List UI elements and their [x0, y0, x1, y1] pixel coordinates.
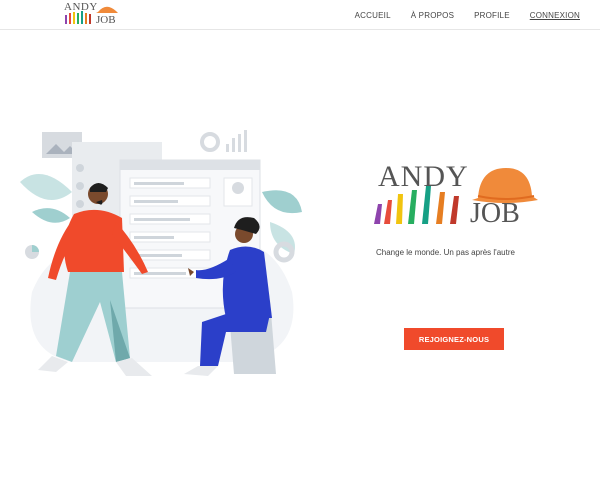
nav-link-connexion[interactable]: CONNEXION	[530, 11, 580, 20]
nav-link-profile[interactable]: PROFILE	[474, 11, 510, 20]
hero-logo-andy: ANDY	[378, 160, 469, 193]
hero-tagline: Change le monde. Un pas après l'autre	[376, 248, 515, 257]
nav-link-a-propos[interactable]: À PROPOS	[411, 11, 454, 20]
nav-logo-andy: ANDY	[64, 1, 98, 13]
hero-illustration	[20, 130, 302, 376]
join-us-button[interactable]: REJOIGNEZ-NOUS	[404, 328, 504, 350]
hero-logo: ANDY JOB	[368, 160, 548, 232]
hero-logo-job: JOB	[470, 198, 520, 229]
nav-logo[interactable]: ANDY JOB	[62, 1, 120, 27]
nav-link-accueil[interactable]: ACCUEIL	[355, 11, 391, 20]
navbar: ANDY JOB ACCUEIL À PROPOS PROFILE CONNEX…	[0, 0, 600, 30]
nav-links: ACCUEIL À PROPOS PROFILE CONNEXION	[335, 0, 580, 30]
nav-logo-job: JOB	[96, 14, 116, 26]
